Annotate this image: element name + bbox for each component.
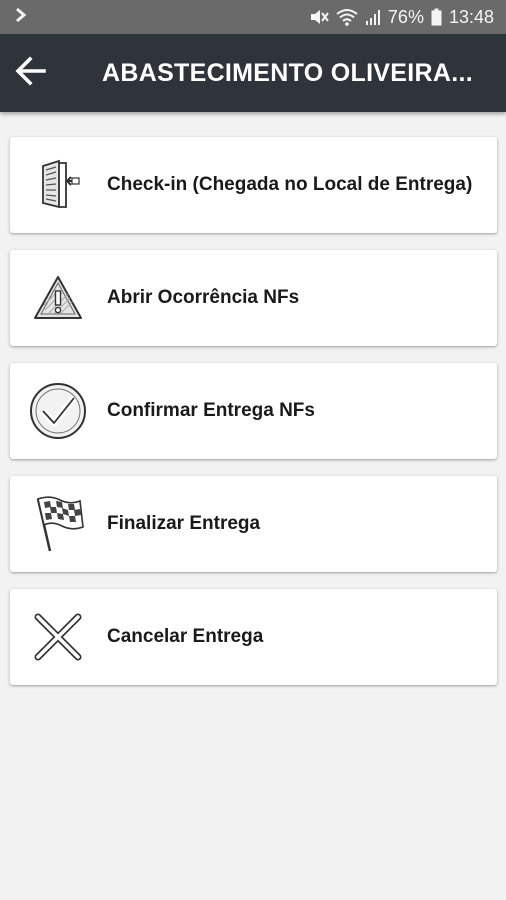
signal-icon bbox=[365, 8, 381, 26]
arrow-left-icon bbox=[14, 55, 46, 91]
menu-item-label: Cancelar Entrega bbox=[107, 626, 264, 647]
menu-item-label: Abrir Ocorrência NFs bbox=[107, 287, 300, 308]
mute-icon bbox=[309, 8, 329, 26]
checkmark-circle-icon bbox=[27, 380, 89, 442]
page-title: ABASTECIMENTO OLIVEIRA... bbox=[102, 58, 473, 87]
back-button[interactable] bbox=[14, 34, 72, 112]
menu-item-checkin[interactable]: Check-in (Chegada no Local de Entrega) bbox=[10, 137, 497, 233]
battery-percent: 76% bbox=[387, 6, 424, 27]
menu-item-label: Finalizar Entrega bbox=[107, 513, 261, 534]
menu-item-confirmar[interactable]: Confirmar Entrega NFs bbox=[10, 363, 497, 459]
menu-item-label: Check-in (Chegada no Local de Entrega) bbox=[107, 174, 473, 195]
menu-item-cancelar[interactable]: Cancelar Entrega bbox=[10, 589, 497, 685]
battery-icon bbox=[431, 8, 442, 26]
menu-item-label: Confirmar Entrega NFs bbox=[107, 400, 315, 421]
checkered-flag-icon bbox=[27, 493, 89, 555]
menu-list: Check-in (Chegada no Local de Entrega) A… bbox=[10, 137, 497, 702]
warning-icon bbox=[27, 267, 89, 329]
chevron-right-icon bbox=[14, 6, 28, 29]
wifi-icon bbox=[336, 8, 358, 26]
app-bar: ABASTECIMENTO OLIVEIRA... bbox=[0, 34, 506, 112]
status-bar: 76% 13:48 bbox=[0, 0, 506, 34]
door-checkin-icon bbox=[27, 154, 89, 216]
menu-item-finalizar[interactable]: Finalizar Entrega bbox=[10, 476, 497, 572]
x-cross-icon bbox=[27, 606, 89, 668]
menu-item-ocorrencia[interactable]: Abrir Ocorrência NFs bbox=[10, 250, 497, 346]
clock: 13:48 bbox=[448, 6, 494, 27]
